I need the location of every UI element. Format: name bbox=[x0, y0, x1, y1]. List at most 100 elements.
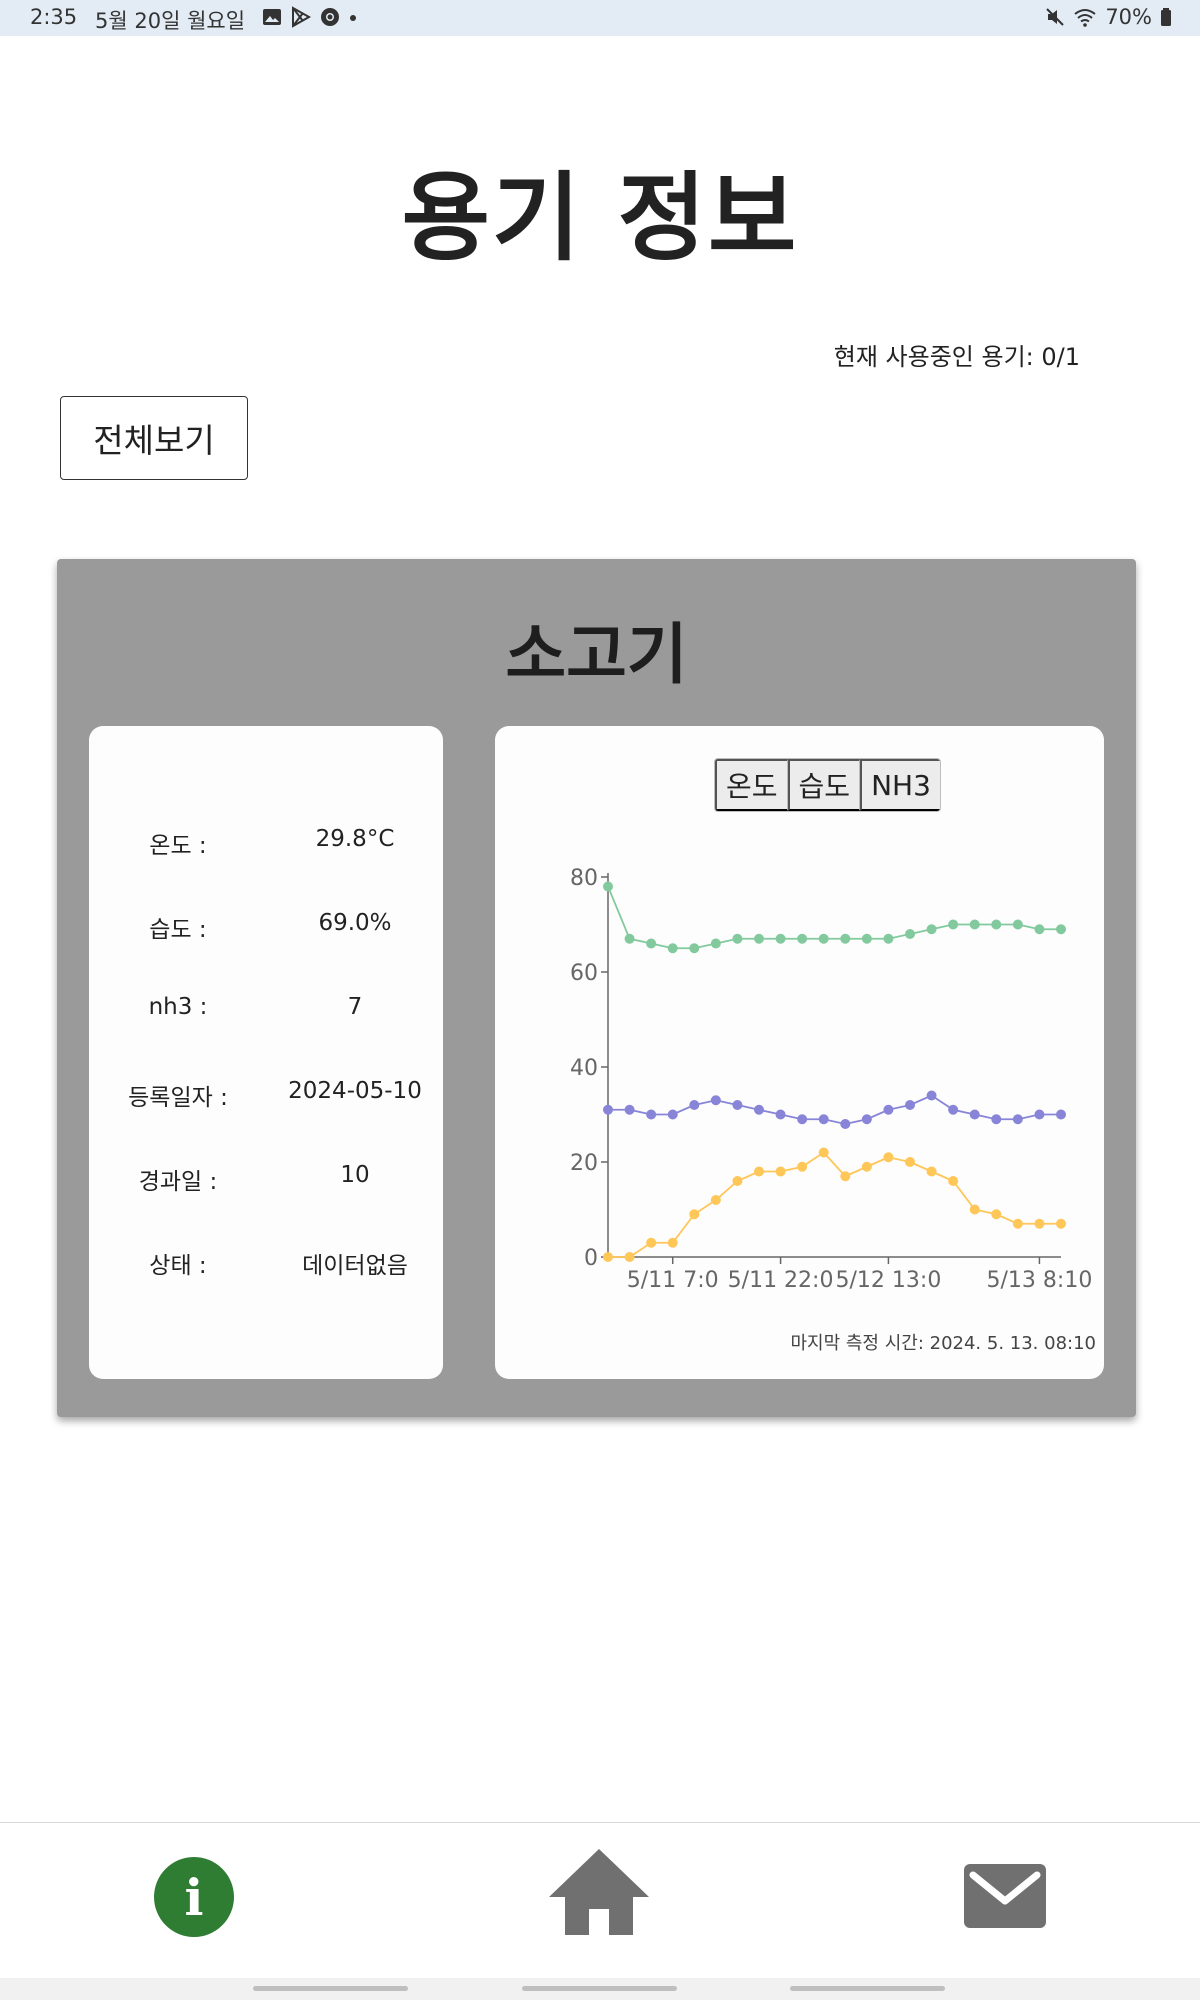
y-tick-label: 60 bbox=[570, 961, 598, 986]
data-point bbox=[710, 1095, 721, 1106]
data-point bbox=[710, 938, 721, 949]
data-point bbox=[754, 1166, 764, 1177]
data-point bbox=[732, 933, 743, 944]
data-point bbox=[1012, 1114, 1023, 1125]
info-panel: 온도 : 29.8°C 습도 : 69.0% nh3 : 7 등록일자 : 20… bbox=[89, 726, 443, 1379]
play-store-icon bbox=[292, 6, 312, 28]
data-point bbox=[1056, 1218, 1066, 1229]
mute-icon bbox=[1046, 8, 1065, 26]
data-point bbox=[797, 1161, 808, 1172]
info-value: 69.0% bbox=[318, 910, 392, 936]
wifi-icon bbox=[1074, 9, 1096, 27]
data-point bbox=[840, 1171, 851, 1182]
data-point bbox=[883, 1104, 894, 1115]
data-point bbox=[926, 924, 937, 935]
battery-percent: 70% bbox=[1105, 5, 1152, 29]
data-point bbox=[926, 1166, 937, 1177]
page-title: 용기 정보 bbox=[401, 162, 799, 274]
data-point bbox=[646, 1237, 657, 1248]
data-point bbox=[861, 933, 872, 944]
usage-count: 현재 사용중인 용기: 0/1 bbox=[833, 343, 1080, 371]
data-point bbox=[1012, 1218, 1023, 1229]
data-point bbox=[818, 1147, 829, 1158]
data-point bbox=[969, 1204, 980, 1215]
data-point bbox=[991, 1114, 1002, 1125]
data-point bbox=[732, 1100, 743, 1110]
info-icon[interactable]: i bbox=[154, 1857, 234, 1937]
info-label: 경과일 : bbox=[138, 1169, 218, 1195]
data-point bbox=[1056, 1109, 1066, 1120]
gesture-handle bbox=[790, 1986, 945, 1991]
x-tick-label: 5/11 22:0 bbox=[728, 1268, 834, 1293]
data-point bbox=[1056, 924, 1066, 935]
data-point bbox=[969, 1109, 980, 1120]
y-tick-label: 20 bbox=[570, 1151, 598, 1176]
info-label: 상태 : bbox=[149, 1253, 207, 1279]
data-point bbox=[775, 1109, 786, 1120]
bottom-nav: i bbox=[0, 1822, 1200, 1979]
container-card[interactable]: 소고기 온도 : 29.8°C 습도 : 69.0% nh3 : 7 등록일자 … bbox=[57, 559, 1136, 1417]
data-point bbox=[624, 933, 635, 944]
data-point bbox=[991, 919, 1002, 930]
data-point bbox=[818, 1114, 829, 1125]
data-point bbox=[667, 1109, 678, 1120]
data-point bbox=[710, 1195, 721, 1205]
data-point bbox=[840, 933, 851, 944]
info-row-temperature: 온도 : 29.8°C bbox=[89, 820, 443, 860]
data-point bbox=[667, 1237, 678, 1248]
more-dot-icon bbox=[350, 15, 356, 21]
last-measure-time: 마지막 측정 시간: 2024. 5. 13. 08:10 bbox=[790, 1333, 1096, 1354]
data-point bbox=[883, 1152, 894, 1163]
gesture-handle bbox=[522, 1986, 677, 1991]
info-label: nh3 : bbox=[148, 994, 208, 1020]
gesture-bar bbox=[0, 1978, 1200, 2000]
info-value: 7 bbox=[347, 994, 363, 1020]
x-tick-label: 5/13 8:10 bbox=[987, 1268, 1093, 1293]
data-point bbox=[775, 933, 786, 944]
info-label: 등록일자 : bbox=[128, 1085, 228, 1111]
data-point bbox=[603, 1252, 613, 1262]
data-point bbox=[1034, 924, 1045, 935]
status-right: 70% bbox=[1045, 5, 1172, 29]
data-point bbox=[926, 1090, 937, 1101]
gallery-icon bbox=[263, 9, 281, 25]
data-point bbox=[754, 1104, 764, 1115]
chrome-icon bbox=[321, 8, 339, 26]
data-point bbox=[667, 943, 678, 954]
view-all-button[interactable]: 전체보기 bbox=[60, 396, 248, 480]
data-point bbox=[1034, 1109, 1045, 1120]
home-icon[interactable] bbox=[547, 1847, 651, 1937]
data-point bbox=[624, 1104, 635, 1115]
data-point bbox=[905, 929, 915, 939]
info-row-humidity: 습도 : 69.0% bbox=[89, 904, 443, 944]
x-tick-label: 5/12 13:0 bbox=[836, 1268, 942, 1293]
data-point bbox=[948, 1176, 959, 1186]
container-name: 소고기 bbox=[505, 616, 688, 693]
data-point bbox=[905, 1157, 915, 1167]
data-point bbox=[689, 1209, 700, 1220]
gesture-handle bbox=[253, 1986, 408, 1991]
info-value: 10 bbox=[340, 1162, 370, 1188]
y-tick-label: 40 bbox=[570, 1056, 598, 1081]
info-value: 2024-05-10 bbox=[288, 1078, 422, 1104]
info-row-elapsed-days: 경과일 : 10 bbox=[89, 1156, 443, 1196]
info-label: 습도 : bbox=[149, 917, 207, 943]
mail-icon[interactable] bbox=[963, 1863, 1047, 1929]
data-point bbox=[797, 1114, 808, 1125]
data-point bbox=[818, 933, 829, 944]
data-point bbox=[689, 1100, 700, 1110]
info-row-registered-date: 등록일자 : 2024-05-10 bbox=[89, 1072, 443, 1112]
data-point bbox=[840, 1119, 851, 1129]
data-point bbox=[1034, 1218, 1045, 1229]
notification-icons bbox=[262, 6, 358, 28]
data-point bbox=[603, 881, 613, 892]
data-point bbox=[883, 933, 894, 944]
battery-icon bbox=[1161, 8, 1171, 26]
info-label: 온도 : bbox=[149, 833, 207, 859]
x-tick-label: 5/11 7:0 bbox=[627, 1268, 719, 1293]
line-chart: 0 20 40 60 80 5/11 7:0 5/11 22:0 5/12 13:0 5/13 … bbox=[570, 866, 1093, 1293]
data-point bbox=[905, 1100, 915, 1110]
data-point bbox=[754, 933, 764, 944]
data-point bbox=[991, 1209, 1002, 1220]
info-row-status: 상태 : 데이터없음 bbox=[89, 1240, 443, 1280]
